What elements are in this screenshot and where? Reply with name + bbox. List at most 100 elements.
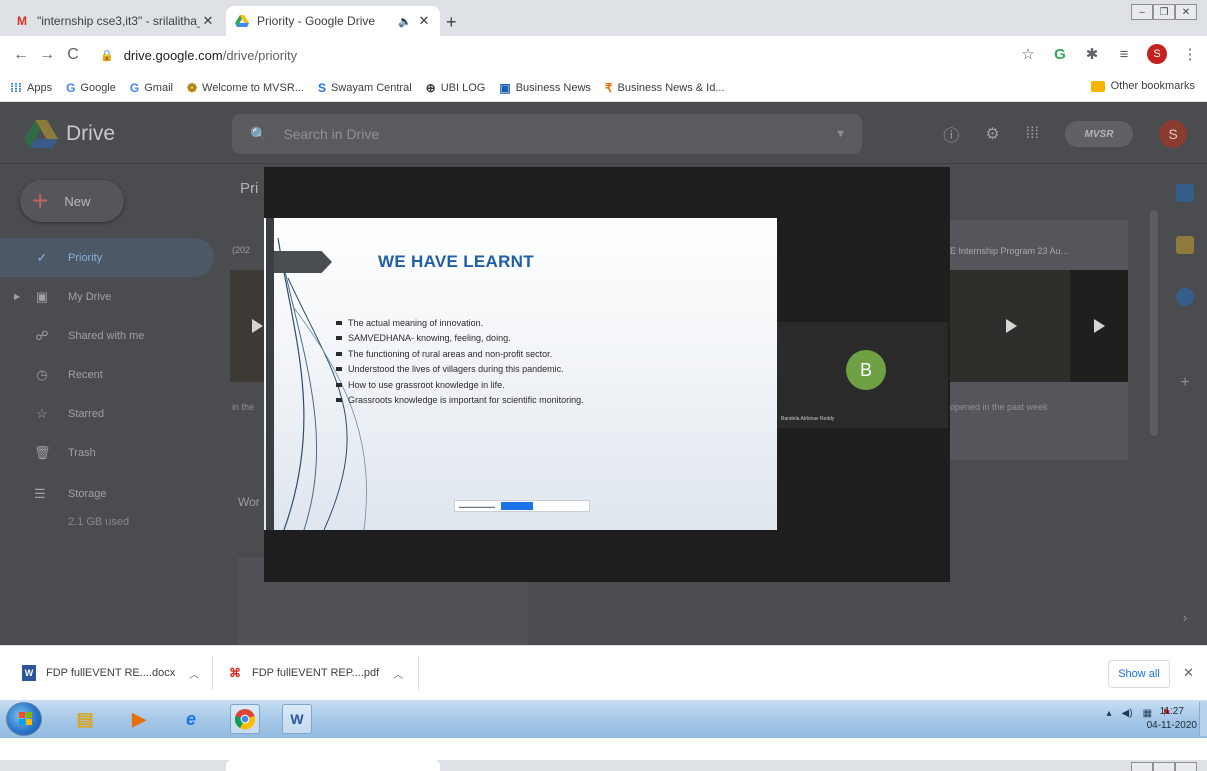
tasks-icon[interactable] [1176, 288, 1194, 306]
extension-icon[interactable]: G [1051, 46, 1069, 63]
add-addon-icon[interactable]: + [1176, 374, 1194, 392]
bookmark-label: Google [80, 81, 116, 94]
file-explorer-icon[interactable]: ▤ [70, 704, 100, 734]
bullet-icon [336, 382, 342, 387]
screenshot-root: M "internship cse3,it3" - srilalitha_s ✕… [0, 0, 1207, 771]
chrome-icon[interactable] [230, 704, 260, 734]
new-button[interactable]: + New [20, 180, 124, 222]
drive-title[interactable]: Drive [66, 122, 115, 146]
window-controls: – ❐ ✕ [1131, 4, 1197, 20]
bookmark-ubi-log[interactable]: ⊕ UBI LOG [426, 81, 486, 95]
nav-item-shared-with-me[interactable]: ☍ Shared with me [0, 316, 230, 355]
apps-grid-icon[interactable]: ⁞⁞⁞ [1026, 125, 1039, 143]
bookmark-label: Business News [515, 81, 591, 94]
restore-icon[interactable]: ❐ [1153, 4, 1175, 20]
tab-google-drive[interactable]: Priority - Google Drive 🔈 ✕ [226, 6, 440, 36]
minimize-icon [1131, 762, 1153, 771]
clock-icon: ◷ [36, 366, 48, 382]
download-item-docx[interactable]: W FDP fullEVENT RE....docx ︿ [22, 658, 199, 688]
bookmark-gmail[interactable]: G Gmail [130, 81, 173, 95]
chevron-right-icon[interactable]: › [1176, 610, 1194, 628]
chevron-up-icon[interactable]: ︿ [393, 666, 403, 681]
drive-search-input[interactable]: 🔍 Search in Drive ▼ [232, 114, 862, 154]
minimize-icon[interactable]: – [1131, 4, 1153, 20]
restore-icon [1153, 762, 1175, 771]
audio-playing-icon[interactable]: 🔈 [398, 15, 416, 28]
bullet-icon [336, 351, 342, 356]
close-icon[interactable]: ✕ [1183, 665, 1194, 681]
file-thumbnail[interactable] [950, 270, 1070, 382]
bullet-item: The functioning of rural areas and non-p… [336, 346, 584, 362]
nav-label: Priority [68, 251, 103, 264]
system-clock[interactable]: 11:27 04-11-2020 [1147, 705, 1197, 733]
bookmark-apps[interactable]: ⁞⁞⁞ Apps [10, 81, 52, 95]
word-icon[interactable]: W [282, 704, 312, 734]
drive-avatar[interactable]: S [1159, 120, 1187, 148]
search-icon[interactable]: 🔍 [250, 126, 267, 143]
screen-share-text: ▬▬▬▬▬▬▬▬▬ [459, 503, 495, 509]
close-window-icon[interactable]: ✕ [1175, 4, 1197, 20]
close-tab-icon[interactable]: ✕ [200, 13, 216, 29]
tray-expand-icon[interactable]: ▴ [1107, 708, 1112, 719]
bookmark-business-news-id[interactable]: ₹ Business News & Id... [605, 81, 725, 95]
start-button[interactable] [6, 702, 42, 736]
bookmark-business-news[interactable]: ▣ Business News [499, 81, 591, 95]
nav-item-trash[interactable]: 🗑 Trash [0, 433, 230, 472]
bookmark-star-icon[interactable]: ☆ [1019, 45, 1037, 63]
reload-icon[interactable]: C [60, 46, 86, 64]
search-options-icon[interactable]: ▼ [835, 128, 846, 140]
close-tab-icon[interactable]: ✕ [416, 13, 432, 29]
back-icon[interactable]: ← [8, 46, 34, 64]
media-queue-icon[interactable]: ≡ [1115, 46, 1133, 63]
storage-used: 2.1 GB used [68, 516, 130, 528]
help-icon[interactable]: ⓘ [943, 122, 959, 146]
download-item-pdf[interactable]: ⌘ FDP fullEVENT REP....pdf ︿ [228, 658, 403, 688]
storage-icon: ☰ [34, 486, 46, 501]
bookmark-mvsr[interactable]: ❁ Welcome to MVSR... [187, 81, 304, 95]
account-badge[interactable]: MVSR [1065, 121, 1133, 147]
globe-icon: ⊕ [425, 80, 436, 95]
new-tab-button[interactable]: + [446, 12, 457, 33]
tab-gmail[interactable]: M "internship cse3,it3" - srilalitha_s ✕ [6, 6, 224, 36]
forward-icon[interactable]: → [34, 46, 60, 64]
address-bar[interactable]: 🔒 drive.google.com/drive/priority [100, 42, 1020, 68]
scrollbar[interactable] [1150, 210, 1158, 436]
media-player-icon[interactable]: ▶ [124, 704, 154, 734]
folder-icon [1090, 80, 1105, 92]
internet-explorer-icon[interactable]: e [176, 704, 206, 734]
other-bookmarks[interactable]: Other bookmarks [1090, 80, 1195, 92]
show-desktop-button[interactable] [1199, 702, 1207, 736]
download-filename: FDP fullEVENT REP....pdf [252, 667, 380, 679]
priority-icon: ✓ [36, 249, 48, 265]
bullet-icon [336, 320, 342, 325]
calendar-icon[interactable] [1176, 184, 1194, 202]
nav-item-recent[interactable]: ◷ Recent [0, 355, 230, 394]
keep-icon[interactable] [1176, 236, 1194, 254]
bookmark-google[interactable]: G Google [66, 81, 116, 95]
storage-section[interactable]: ☰ Storage 2.1 GB used [34, 486, 129, 528]
extensions-puzzle-icon[interactable]: ✱ [1083, 45, 1101, 63]
bullet-item: Understood the lives of villagers during… [336, 362, 584, 378]
bookmark-swayam[interactable]: S Swayam Central [318, 81, 412, 95]
my-drive-icon: ▣ [35, 288, 49, 304]
file-thumbnail[interactable] [1070, 270, 1128, 382]
file-card-title[interactable]: E Internship Program 23 Au... [950, 246, 1068, 256]
nav-label: Recent [68, 368, 103, 381]
bullet-item: The actual meaning of innovation. [336, 315, 584, 331]
expand-arrow-icon[interactable]: ▶ [14, 292, 20, 301]
profile-avatar[interactable]: S [1147, 44, 1167, 64]
show-all-button[interactable]: Show all [1108, 660, 1170, 688]
volume-icon[interactable]: ◀) [1122, 708, 1133, 719]
windows-taskbar: ▤ ▶ e W ▴ ◀) ▦ ⚑ 11:27 04-11-2020 [0, 700, 1207, 738]
menu-kebab-icon[interactable]: ⋮ [1181, 45, 1199, 63]
bullet-text: Grassroots knowledge is important for sc… [348, 395, 584, 406]
nav-item-my-drive[interactable]: ▶ ▣ My Drive [0, 277, 230, 316]
nav-item-starred[interactable]: ☆ Starred [0, 394, 230, 433]
file-thumbnail[interactable] [230, 270, 266, 382]
nav-item-priority[interactable]: ✓ Priority [0, 238, 214, 277]
chevron-up-icon[interactable]: ︿ [189, 666, 199, 681]
google-drive-logo-icon[interactable] [24, 120, 58, 148]
bullet-text: The functioning of rural areas and non-p… [348, 348, 553, 359]
settings-gear-icon[interactable]: ⚙ [985, 124, 999, 144]
bookmark-label: Apps [27, 81, 53, 94]
